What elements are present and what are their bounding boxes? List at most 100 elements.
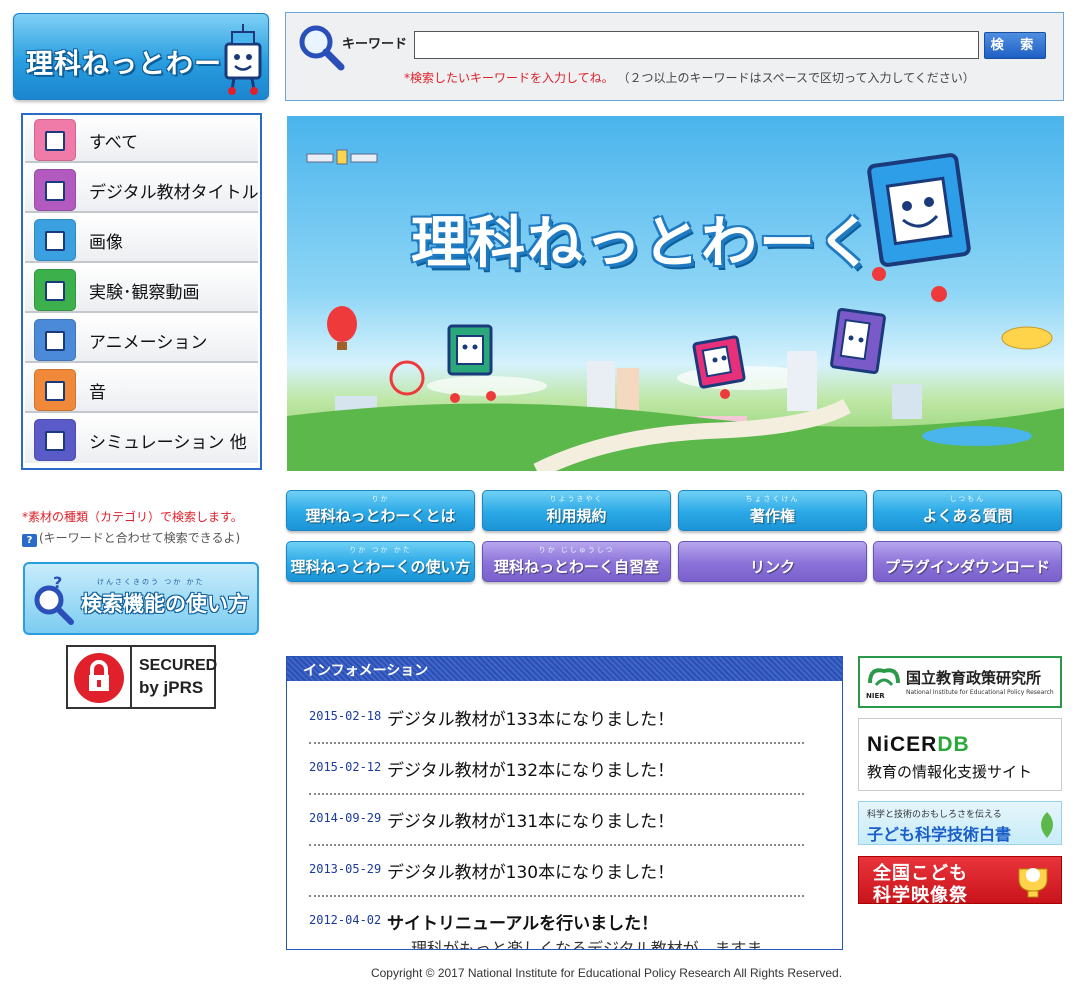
- nav-label: 理科ねっとわーくの使い方: [290, 558, 471, 576]
- nier-banner-link[interactable]: NIER 国立教育政策研究所 National Institute for Ed…: [858, 656, 1062, 708]
- nav-ruby: りか つか かた: [349, 546, 412, 554]
- news-item[interactable]: 2014-09-29 デジタル教材が131本になりました！: [309, 795, 804, 846]
- footer-copyright: Copyright © 2017 National Institute for …: [0, 966, 1080, 980]
- howto-label: 検索機能の使い方: [81, 592, 249, 616]
- image-icon: [34, 219, 76, 261]
- category-menu: すべて デジタル教材タイトル 画像 実験･観察動画 アニメーション 音 シミュレ…: [21, 113, 262, 470]
- nav-terms-button[interactable]: りようきやく 利用規約: [482, 490, 671, 531]
- nicer-logo-b: DB: [937, 733, 970, 756]
- nav-ruby: りようきやく: [549, 495, 604, 503]
- kodomo-subtitle: 科学と技術のおもしろさを伝える: [867, 810, 1002, 820]
- keyword-search-input[interactable]: [414, 31, 979, 59]
- all-icon: [34, 119, 76, 161]
- nav-plugin-download-button[interactable]: プラグインダウンロード: [873, 541, 1062, 582]
- search-hint-multiple: （２つ以上のキーワードはスペースで区切って入力してください）: [617, 71, 975, 85]
- category-note: *素材の種類（カテゴリ）で検索します。: [22, 510, 243, 524]
- category-video[interactable]: 実験･観察動画: [25, 265, 258, 313]
- trophy-cat-icon: [1018, 868, 1048, 898]
- category-label: 音: [89, 383, 106, 403]
- nier-english-name: National Institute for Educational Polic…: [906, 689, 1054, 696]
- kodomo-science-whitepaper-link[interactable]: 科学と技術のおもしろさを伝える 子ども科学技術白書: [858, 801, 1062, 845]
- nav-about-button[interactable]: りか 理科ねっとわーくとは: [286, 490, 475, 531]
- category-label: 画像: [89, 233, 123, 253]
- nav-label: 利用規約: [546, 507, 607, 525]
- news-date: 2012-04-02: [309, 913, 382, 927]
- news-item[interactable]: 2013-05-29 デジタル教材が130本になりました！: [309, 846, 804, 897]
- category-animation[interactable]: アニメーション: [25, 315, 258, 363]
- category-subnote-text: (キーワードと合わせて検索できるよ): [39, 531, 241, 545]
- nav-links-button[interactable]: リンク: [678, 541, 867, 582]
- secured-line2: by jPRS: [139, 678, 204, 697]
- animation-icon: [34, 319, 76, 361]
- nicer-logo-a: NiCER: [867, 733, 938, 756]
- nier-name: 国立教育政策研究所: [906, 669, 1042, 687]
- eiga-line2: 科学映像祭: [873, 885, 968, 906]
- banner-title: 理科ねっとわーく: [411, 211, 875, 276]
- category-label: すべて: [89, 133, 139, 153]
- simulation-icon: [34, 419, 76, 461]
- site-logo[interactable]: 理科ねっとわーく: [13, 13, 269, 100]
- category-label: デジタル教材タイトル: [89, 183, 259, 203]
- copyright-text: Copyright © 2017 National Institute for …: [370, 966, 843, 980]
- nav-study-room-button[interactable]: りか じしゅうしつ 理科ねっとわーく自習室: [482, 541, 671, 582]
- news-date: 2013-05-29: [309, 862, 382, 876]
- search-panel: キーワード 検 索 *検索したいキーワードを入力してね。 （２つ以上のキーワード…: [285, 12, 1064, 101]
- help-icon: ?: [22, 534, 37, 547]
- robot-mascot-icon: [224, 24, 262, 95]
- svg-text:?: ?: [53, 574, 62, 592]
- information-header: インフォメーション: [287, 657, 842, 681]
- sound-icon: [34, 369, 76, 411]
- nav-label: リンク: [749, 558, 795, 576]
- nav-label: よくある質問: [922, 507, 1013, 525]
- news-date: 2015-02-18: [309, 709, 382, 723]
- nav-label: プラグインダウンロード: [884, 558, 1050, 576]
- category-all[interactable]: すべて: [25, 115, 258, 163]
- news-title: デジタル教材が131本になりました！: [387, 812, 675, 832]
- kodomo-title: 子ども科学技術白書: [867, 825, 1012, 844]
- landscape-illustration: [287, 149, 1064, 471]
- logo-text: 理科ねっとわーく: [26, 49, 250, 80]
- nicer-db-banner-link[interactable]: NiCERDB 教育の情報化支援サイト: [858, 718, 1062, 791]
- magnifier-icon: [299, 25, 345, 71]
- category-simulation[interactable]: シミュレーション 他: [25, 415, 258, 463]
- category-label: アニメーション: [89, 333, 208, 353]
- search-hint-required: *検索したいキーワードを入力してね。: [404, 71, 614, 85]
- category-sound[interactable]: 音: [25, 365, 258, 413]
- video-icon: [34, 269, 76, 311]
- nier-logo-icon: [868, 668, 900, 686]
- search-howto-button[interactable]: ? けんさくきのう つか かた 検索機能の使い方: [23, 562, 259, 635]
- nav-label: 理科ねっとわーくとは: [305, 507, 456, 525]
- nav-label: 著作権: [749, 507, 795, 525]
- kids-science-film-festival-link[interactable]: 全国こども 科学映像祭: [858, 856, 1062, 906]
- category-label: 実験･観察動画: [89, 283, 200, 303]
- nav-faq-button[interactable]: しつもん よくある質問: [873, 490, 1062, 531]
- howto-ruby: けんさくきのう つか かた: [97, 578, 205, 586]
- category-digital-title[interactable]: デジタル教材タイトル: [25, 165, 259, 213]
- news-title: サイトリニューアルを行いました！: [387, 914, 659, 934]
- secured-by-jprs-seal[interactable]: SECURED by jPRS: [66, 645, 218, 709]
- nav-ruby: りか じしゅうしつ: [538, 546, 615, 554]
- news-item[interactable]: 2012-04-02 サイトリニューアルを行いました！ 理科がもっと楽しくなるデ…: [309, 897, 804, 949]
- category-image[interactable]: 画像: [25, 215, 258, 263]
- news-title: デジタル教材が132本になりました！: [387, 761, 675, 781]
- category-subnote: ? (キーワードと合わせて検索できるよ): [22, 529, 240, 547]
- search-button[interactable]: 検 索: [984, 32, 1046, 59]
- nicer-subtitle: 教育の情報化支援サイト: [867, 763, 1033, 781]
- digital-title-icon: [34, 169, 76, 211]
- news-item[interactable]: 2015-02-12 デジタル教材が132本になりました！: [309, 744, 804, 795]
- nav-ruby: ちょさくけん: [745, 495, 800, 503]
- news-date: 2015-02-12: [309, 760, 382, 774]
- information-panel: インフォメーション 2015-02-18 デジタル教材が133本になりました！ …: [286, 656, 843, 950]
- nav-ruby: りか: [371, 495, 390, 503]
- magnifier-question-icon: ?: [34, 574, 74, 625]
- category-label: シミュレーション 他: [89, 433, 247, 453]
- hero-banner: 理科ねっとわーく: [287, 116, 1064, 471]
- nav-howto-button[interactable]: りか つか かた 理科ねっとわーくの使い方: [286, 541, 475, 582]
- search-hint: *検索したいキーワードを入力してね。 （２つ以上のキーワードはスペースで区切って…: [404, 68, 994, 88]
- secured-line1: SECURED: [139, 657, 218, 674]
- leaf-mascot-icon: [1041, 812, 1053, 838]
- news-item[interactable]: 2015-02-18 デジタル教材が133本になりました！: [309, 693, 804, 744]
- nav-copyright-button[interactable]: ちょさくけん 著作権: [678, 490, 867, 531]
- nicer-logo: NiCERDB: [867, 733, 970, 757]
- keyword-label: キーワード: [342, 37, 408, 52]
